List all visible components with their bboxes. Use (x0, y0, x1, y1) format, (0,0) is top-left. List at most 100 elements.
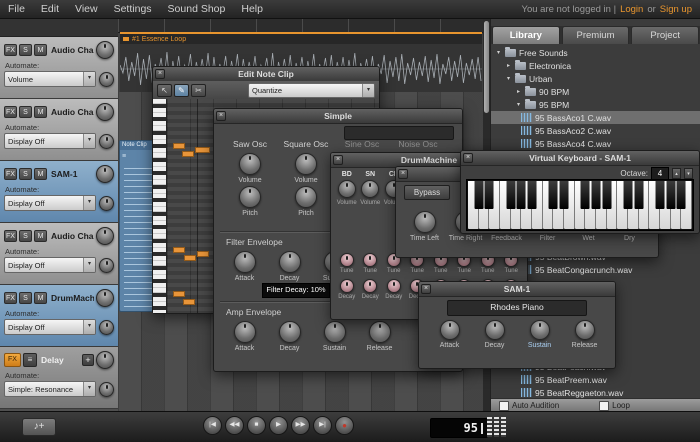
close-icon[interactable]: × (398, 169, 408, 179)
fx-button[interactable]: FX (4, 44, 17, 56)
fx-badge[interactable]: FX (4, 353, 21, 367)
automate-dropdown[interactable]: Display Off ▾ (4, 195, 96, 211)
window-titlebar[interactable]: × SAM-1 (419, 282, 615, 297)
black-key[interactable] (656, 181, 665, 209)
black-key[interactable] (549, 181, 558, 209)
attack-knob[interactable] (440, 320, 460, 340)
loop-checkbox[interactable] (599, 401, 609, 411)
black-key[interactable] (560, 181, 569, 209)
tree-folder[interactable]: ▾ Urban (491, 72, 700, 85)
black-key[interactable] (517, 181, 526, 209)
solo-button[interactable]: S (19, 230, 32, 242)
login-link[interactable]: Login (620, 4, 643, 15)
expander-icon[interactable]: ▾ (515, 101, 522, 108)
black-key[interactable] (634, 181, 643, 209)
fx-button[interactable]: FX (4, 168, 17, 180)
fx-strip-delay[interactable]: FX ≡ Delay + Automate: Simple: Resonance… (0, 347, 118, 409)
tune-knob[interactable] (340, 253, 354, 267)
forward-button[interactable]: ▶▶ (291, 416, 310, 435)
black-key[interactable] (592, 181, 601, 209)
filter-decay-knob[interactable] (279, 251, 301, 273)
decay-knob[interactable] (340, 279, 354, 293)
stop-button[interactable]: ■ (247, 416, 266, 435)
black-key[interactable] (474, 181, 483, 209)
mute-button[interactable]: M (34, 230, 47, 242)
tree-folder[interactable]: ▸ Electronica (491, 59, 700, 72)
midi-note[interactable] (173, 291, 185, 297)
decay-knob[interactable] (485, 320, 505, 340)
automate-knob[interactable] (99, 72, 114, 87)
menu-file[interactable]: File (0, 3, 33, 15)
fx-button[interactable]: FX (4, 230, 17, 242)
automate-knob[interactable] (99, 134, 114, 149)
black-key[interactable] (624, 181, 633, 209)
close-icon[interactable]: × (155, 69, 165, 79)
bypass-button[interactable]: Bypass (404, 185, 450, 200)
mute-button[interactable]: M (34, 292, 47, 304)
pad-label[interactable]: SN (365, 171, 375, 178)
timeline-ruler[interactable] (118, 18, 490, 33)
erase-tool-icon[interactable]: ✂ (191, 84, 206, 97)
decay-knob[interactable] (387, 279, 401, 293)
solo-button[interactable]: S (19, 106, 32, 118)
automate-dropdown[interactable]: Volume ▾ (4, 71, 96, 87)
tree-file[interactable]: 95 BassAco4 C.wav (491, 137, 700, 150)
tempo-display[interactable]: 95 (430, 418, 488, 438)
tree-file[interactable]: 95 BassAco2 C.wav (491, 124, 700, 137)
piano-roll-keys[interactable] (153, 99, 167, 313)
filter-attack-knob[interactable] (234, 251, 256, 273)
channel-strip-drummachine[interactable]: FX S M DrumMachine Automate: Display Off… (0, 285, 118, 347)
rewind-button[interactable]: ◀◀ (225, 416, 244, 435)
menu-edit[interactable]: Edit (33, 3, 67, 15)
window-titlebar[interactable]: × Edit Note Clip (153, 67, 379, 82)
midi-note[interactable] (195, 147, 210, 153)
decay-knob[interactable] (363, 279, 377, 293)
sam1-window[interactable]: × SAM-1 Rhodes Piano Attack Decay Sustai… (418, 281, 616, 369)
saw-pitch-knob[interactable] (239, 186, 261, 208)
square-pitch-knob[interactable] (295, 186, 317, 208)
expander-icon[interactable]: ▸ (505, 62, 512, 69)
pad-knob[interactable] (361, 180, 379, 198)
add-fx-button[interactable]: + (82, 354, 94, 366)
to-end-button[interactable]: ▶| (313, 416, 332, 435)
black-key[interactable] (666, 181, 675, 209)
pencil-tool-icon[interactable]: ✎ (174, 84, 189, 97)
close-icon[interactable]: × (421, 284, 431, 294)
channel-strip-audio-1[interactable]: FX S M Audio Channel 1 Automate: Volume … (0, 37, 118, 99)
expander-icon[interactable]: ▾ (495, 49, 502, 56)
automate-knob[interactable] (99, 382, 114, 397)
black-key[interactable] (581, 181, 590, 209)
clip-handle[interactable] (123, 37, 129, 41)
channel-strip-audio-5[interactable]: FX S M Audio Channel 5 Automate: Display… (0, 223, 118, 285)
solo-button[interactable]: S (19, 44, 32, 56)
midi-note[interactable] (173, 247, 185, 253)
amp-decay-knob[interactable] (279, 321, 301, 343)
fx-menu-icon[interactable]: ≡ (23, 353, 37, 367)
tune-knob[interactable] (363, 253, 377, 267)
black-key[interactable] (506, 181, 515, 209)
note-clip-menu-icon[interactable]: ≡ (122, 153, 126, 160)
menu-sound-shop[interactable]: Sound Shop (160, 3, 234, 15)
amp-release-knob[interactable] (369, 321, 391, 343)
time-left-knob[interactable] (414, 211, 436, 233)
virtual-keyboard-window[interactable]: × Virtual Keyboard - SAM-1 Octave: 4 ▴ ▾ (460, 150, 700, 234)
automate-knob[interactable] (99, 258, 114, 273)
quantize-dropdown[interactable]: Quantize ▾ (248, 83, 375, 98)
square-volume-knob[interactable] (295, 153, 317, 175)
scrollbar-thumb[interactable] (484, 21, 489, 113)
preset-dropdown[interactable]: Rhodes Piano (447, 300, 587, 316)
menu-view[interactable]: View (67, 3, 106, 15)
auto-audition-checkbox[interactable] (499, 401, 509, 411)
close-icon[interactable]: × (333, 155, 343, 165)
automate-dropdown[interactable]: Simple: Resonance ▾ (4, 381, 96, 397)
window-titlebar[interactable]: × Virtual Keyboard - SAM-1 (461, 151, 699, 166)
to-start-button[interactable]: |◀ (203, 416, 222, 435)
volume-knob[interactable] (96, 41, 114, 59)
pad-knob[interactable] (338, 180, 356, 198)
expander-icon[interactable]: ▸ (515, 88, 522, 95)
menu-help[interactable]: Help (233, 3, 271, 15)
automate-dropdown[interactable]: Display Off ▾ (4, 133, 96, 149)
automate-knob[interactable] (99, 320, 114, 335)
solo-button[interactable]: S (19, 292, 32, 304)
mute-button[interactable]: M (34, 106, 47, 118)
